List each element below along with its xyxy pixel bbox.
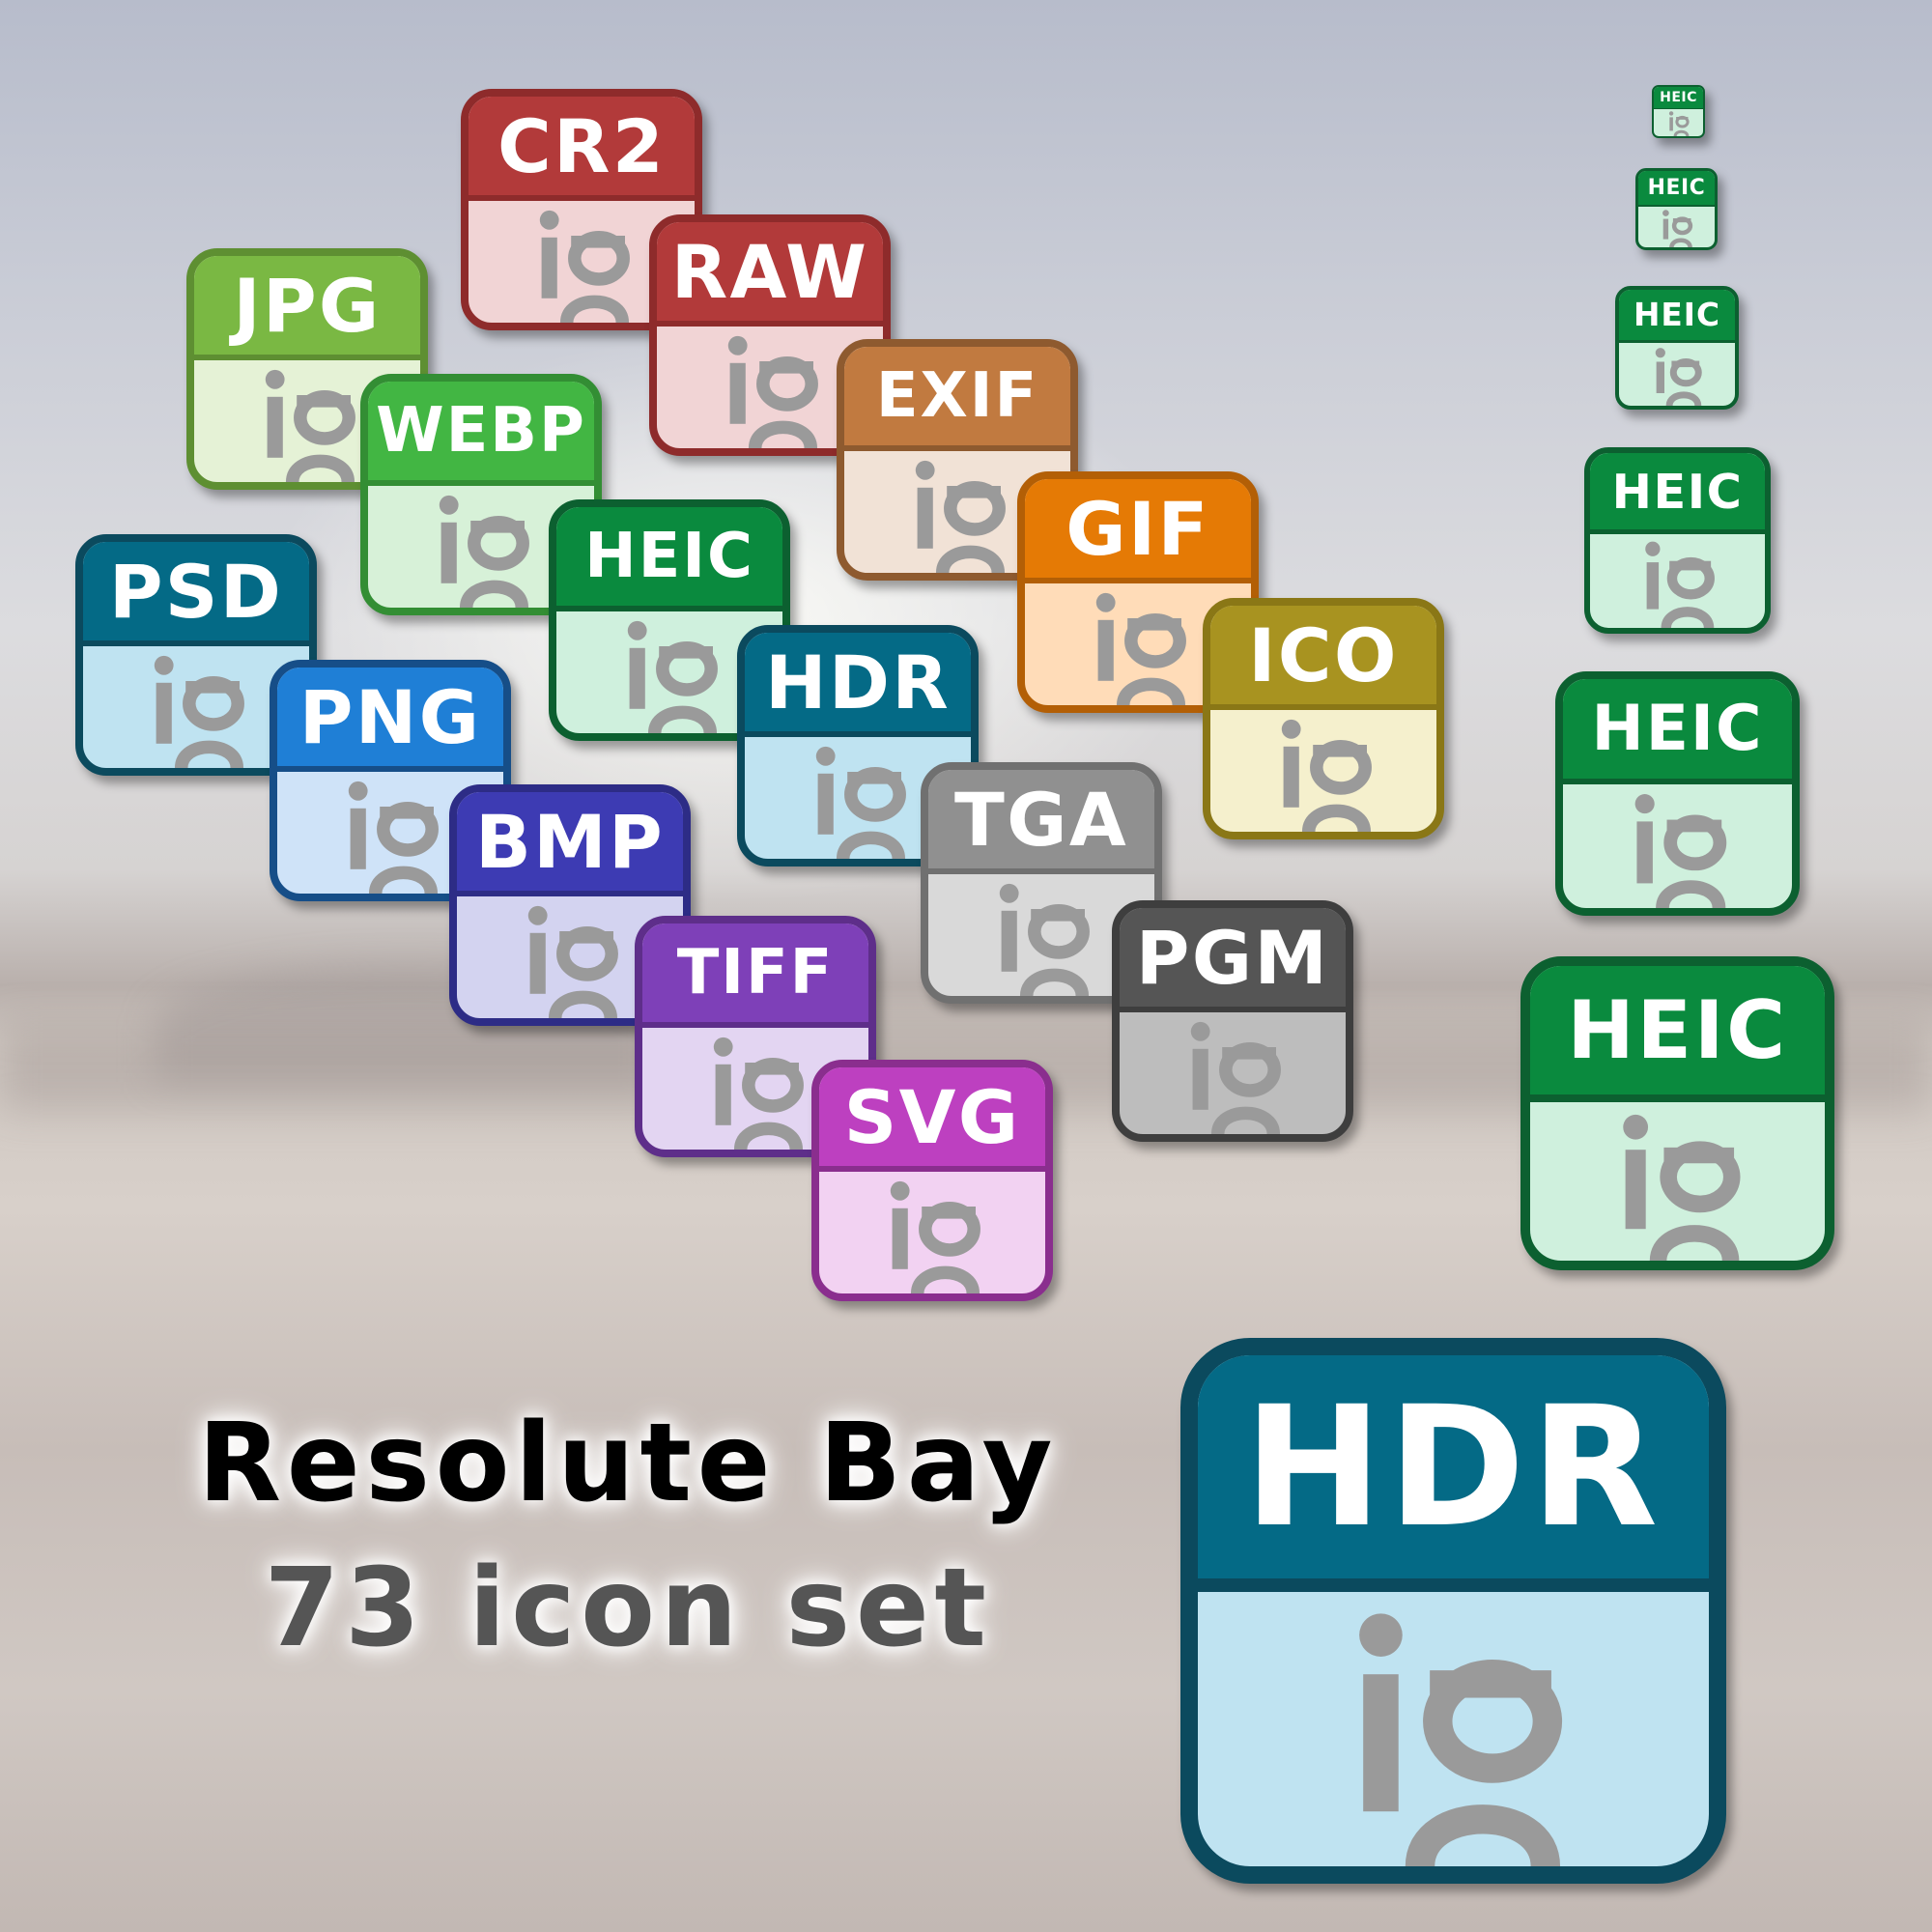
file-icon-heic: HEIC: [1652, 85, 1705, 138]
file-icon-heic: HEIC: [1555, 671, 1800, 916]
file-icon-svg: SVG: [811, 1060, 1053, 1301]
file-type-label: HEIC: [1654, 87, 1703, 109]
file-type-label: JPG: [194, 256, 420, 360]
file-type-label: PGM: [1120, 908, 1346, 1012]
file-type-label: HEIC: [556, 507, 782, 611]
file-icon-heic: HEIC: [1635, 168, 1718, 250]
file-type-label: WEBP: [368, 382, 594, 486]
ig-logo-icon: [1198, 1592, 1709, 1866]
file-type-label: PSD: [83, 542, 309, 646]
ig-logo-icon: [1638, 207, 1715, 247]
file-type-label: EXIF: [844, 347, 1070, 451]
file-type-label: ICO: [1210, 606, 1436, 710]
ig-logo-icon: [1590, 534, 1765, 628]
set-title: Resolute Bay 73 icon set: [39, 1391, 1217, 1681]
ig-logo-icon: [1563, 784, 1792, 908]
file-icon-heic: HEIC: [1615, 286, 1739, 410]
file-type-label: BMP: [457, 792, 683, 896]
file-type-label: HEIC: [1638, 171, 1715, 207]
title-line-count: 73 icon set: [264, 1546, 992, 1671]
file-icon-ico: ICO: [1203, 598, 1444, 839]
file-type-label: HDR: [745, 633, 971, 737]
ig-logo-icon: [819, 1172, 1045, 1293]
file-type-label: HDR: [1198, 1355, 1709, 1592]
file-icon-pgm: PGM: [1112, 900, 1353, 1142]
ig-logo-icon: [1210, 710, 1436, 832]
ig-logo-icon: [1120, 1012, 1346, 1134]
file-type-label: SVG: [819, 1067, 1045, 1172]
file-icon-heic: HEIC: [1584, 447, 1771, 634]
file-type-label: HEIC: [1530, 966, 1825, 1102]
title-line-name: Resolute Bay: [197, 1401, 1059, 1526]
file-icon-hdr: HDR: [1180, 1338, 1726, 1884]
file-type-label: TIFF: [642, 923, 868, 1028]
ig-logo-icon: [1530, 1102, 1825, 1261]
file-type-label: PNG: [277, 668, 503, 772]
ig-logo-icon: [1619, 343, 1735, 406]
file-type-label: HEIC: [1563, 679, 1792, 784]
file-type-label: TGA: [928, 770, 1154, 874]
ig-logo-icon: [1654, 109, 1703, 136]
file-type-label: HEIC: [1619, 290, 1735, 343]
file-icon-heic: HEIC: [1520, 956, 1834, 1270]
file-type-label: HEIC: [1590, 453, 1765, 534]
file-type-label: GIF: [1025, 479, 1251, 583]
file-type-label: CR2: [469, 97, 695, 201]
file-type-label: RAW: [657, 222, 883, 327]
